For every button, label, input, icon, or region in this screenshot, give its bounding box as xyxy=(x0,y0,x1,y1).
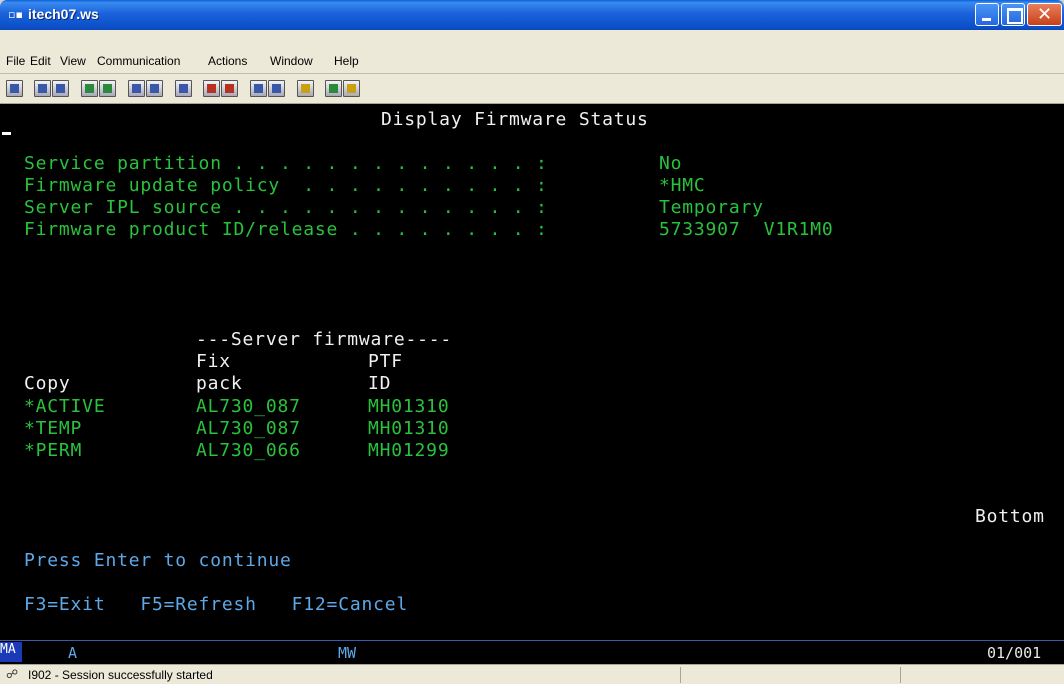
mode-indicator: A xyxy=(68,644,78,662)
instruction-text: Press Enter to continue xyxy=(24,550,292,571)
record-icon[interactable] xyxy=(203,80,220,97)
paste-icon[interactable] xyxy=(52,80,69,97)
help-icon[interactable] xyxy=(343,80,360,97)
field-label: Server IPL source . . . . . . . . . . . … xyxy=(24,197,548,218)
table-cell-fixpack: AL730_087 xyxy=(196,396,301,417)
field-value: 5733907 V1R1M0 xyxy=(659,219,834,240)
table-cell-copy: *PERM xyxy=(24,440,83,461)
column-header-id: ID xyxy=(368,373,392,394)
column-header-pack: pack xyxy=(196,373,243,394)
map-icon[interactable] xyxy=(325,80,342,97)
status-bar: ☍ I902 - Session successfully started xyxy=(0,664,1064,684)
display-icon[interactable] xyxy=(128,80,145,97)
menu-bar: File Edit View Communication Actions Win… xyxy=(0,50,1064,74)
table-cell-fixpack: AL730_066 xyxy=(196,440,301,461)
message-waiting-indicator: MW xyxy=(338,644,357,662)
color-icon[interactable] xyxy=(297,80,314,97)
chart-icon[interactable] xyxy=(268,80,285,97)
send-icon[interactable] xyxy=(81,80,98,97)
status-message: I902 - Session successfully started xyxy=(28,668,213,682)
status-divider xyxy=(900,667,901,683)
field-value: Temporary xyxy=(659,197,764,218)
maximize-button[interactable] xyxy=(1001,3,1025,26)
table-cell-ptf: MH01310 xyxy=(368,396,450,417)
title-bar: ▫▪ itech07.ws ✕ xyxy=(0,0,1064,30)
copy-icon[interactable] xyxy=(34,80,51,97)
session-status-icon: ☍ xyxy=(6,667,19,681)
print-screen-icon[interactable] xyxy=(6,80,23,97)
field-label: Service partition . . . . . . . . . . . … xyxy=(24,153,548,174)
column-header-fix: Fix xyxy=(196,351,231,372)
column-header-copy: Copy xyxy=(24,373,71,394)
macro-icon[interactable] xyxy=(175,80,192,97)
toolbar xyxy=(0,74,1064,104)
table-cell-ptf: MH01310 xyxy=(368,418,450,439)
menu-edit[interactable]: Edit xyxy=(30,54,51,68)
menu-help[interactable]: Help xyxy=(334,54,359,68)
menu-view[interactable]: View xyxy=(60,54,86,68)
text-cursor xyxy=(2,132,11,135)
function-keys[interactable]: F3=Exit F5=Refresh F12=Cancel xyxy=(24,594,408,616)
window-title: itech07.ws xyxy=(28,6,99,22)
more-indicator: Bottom xyxy=(975,506,1045,527)
minimize-button[interactable] xyxy=(975,3,999,26)
terminal-app-icon[interactable]: ▫▪ xyxy=(8,7,26,23)
keypad-icon[interactable] xyxy=(146,80,163,97)
menu-window[interactable]: Window xyxy=(270,54,313,68)
field-label: Firmware update policy . . . . . . . . .… xyxy=(24,175,548,196)
close-button[interactable]: ✕ xyxy=(1027,3,1062,26)
window-chrome xyxy=(0,30,1064,50)
column-header-ptf: PTF xyxy=(368,351,403,372)
play-icon[interactable] xyxy=(221,80,238,97)
close-icon: ✕ xyxy=(1036,4,1053,25)
table-cell-ptf: MH01299 xyxy=(368,440,450,461)
field-label: Firmware product ID/release . . . . . . … xyxy=(24,219,548,240)
cursor-position: 01/001 xyxy=(987,644,1042,662)
table-cell-copy: *ACTIVE xyxy=(24,396,106,417)
table-cell-copy: *TEMP xyxy=(24,418,83,439)
menu-file[interactable]: File xyxy=(6,54,25,68)
table-cell-fixpack: AL730_087 xyxy=(196,418,301,439)
message-area-indicator: MA xyxy=(0,642,22,662)
menu-actions[interactable]: Actions xyxy=(208,54,247,68)
receive-icon[interactable] xyxy=(99,80,116,97)
operator-info-area: MA A MW 01/001 xyxy=(0,640,1064,664)
terminal-screen[interactable]: Display Firmware Status Service partitio… xyxy=(0,104,1064,640)
menu-communication[interactable]: Communication xyxy=(97,54,180,68)
table-group-header: ---Server firmware---- xyxy=(196,329,453,350)
stop-icon[interactable] xyxy=(250,80,267,97)
screen-title: Display Firmware Status xyxy=(381,109,649,130)
field-value: *HMC xyxy=(659,175,706,196)
status-divider xyxy=(680,667,681,683)
field-value: No xyxy=(659,153,683,174)
